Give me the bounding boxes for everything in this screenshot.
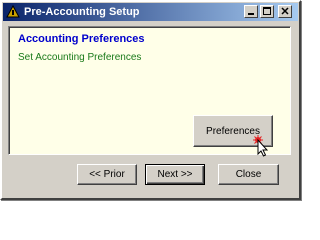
prior-button[interactable]: << Prior xyxy=(77,164,137,185)
close-icon xyxy=(281,7,289,15)
pre-accounting-setup-window: Pre-Accounting Setup Accounting Preferen… xyxy=(0,0,301,200)
maximize-button[interactable] xyxy=(260,5,274,18)
maximize-icon xyxy=(263,7,271,15)
minimize-icon xyxy=(248,13,254,15)
page-subheading: Set Accounting Preferences xyxy=(18,52,142,63)
minimize-button[interactable] xyxy=(244,5,258,18)
close-button[interactable]: Close xyxy=(218,164,279,185)
page-heading: Accounting Preferences xyxy=(18,33,145,45)
next-button[interactable]: Next >> xyxy=(145,164,205,185)
content-panel: Accounting Preferences Set Accounting Pr… xyxy=(8,26,291,155)
arrow-cursor-icon xyxy=(253,135,268,157)
window-title: Pre-Accounting Setup xyxy=(24,6,140,18)
accounting-app-icon xyxy=(6,4,20,19)
close-window-button[interactable] xyxy=(278,5,292,18)
title-bar[interactable]: Pre-Accounting Setup xyxy=(3,3,298,21)
